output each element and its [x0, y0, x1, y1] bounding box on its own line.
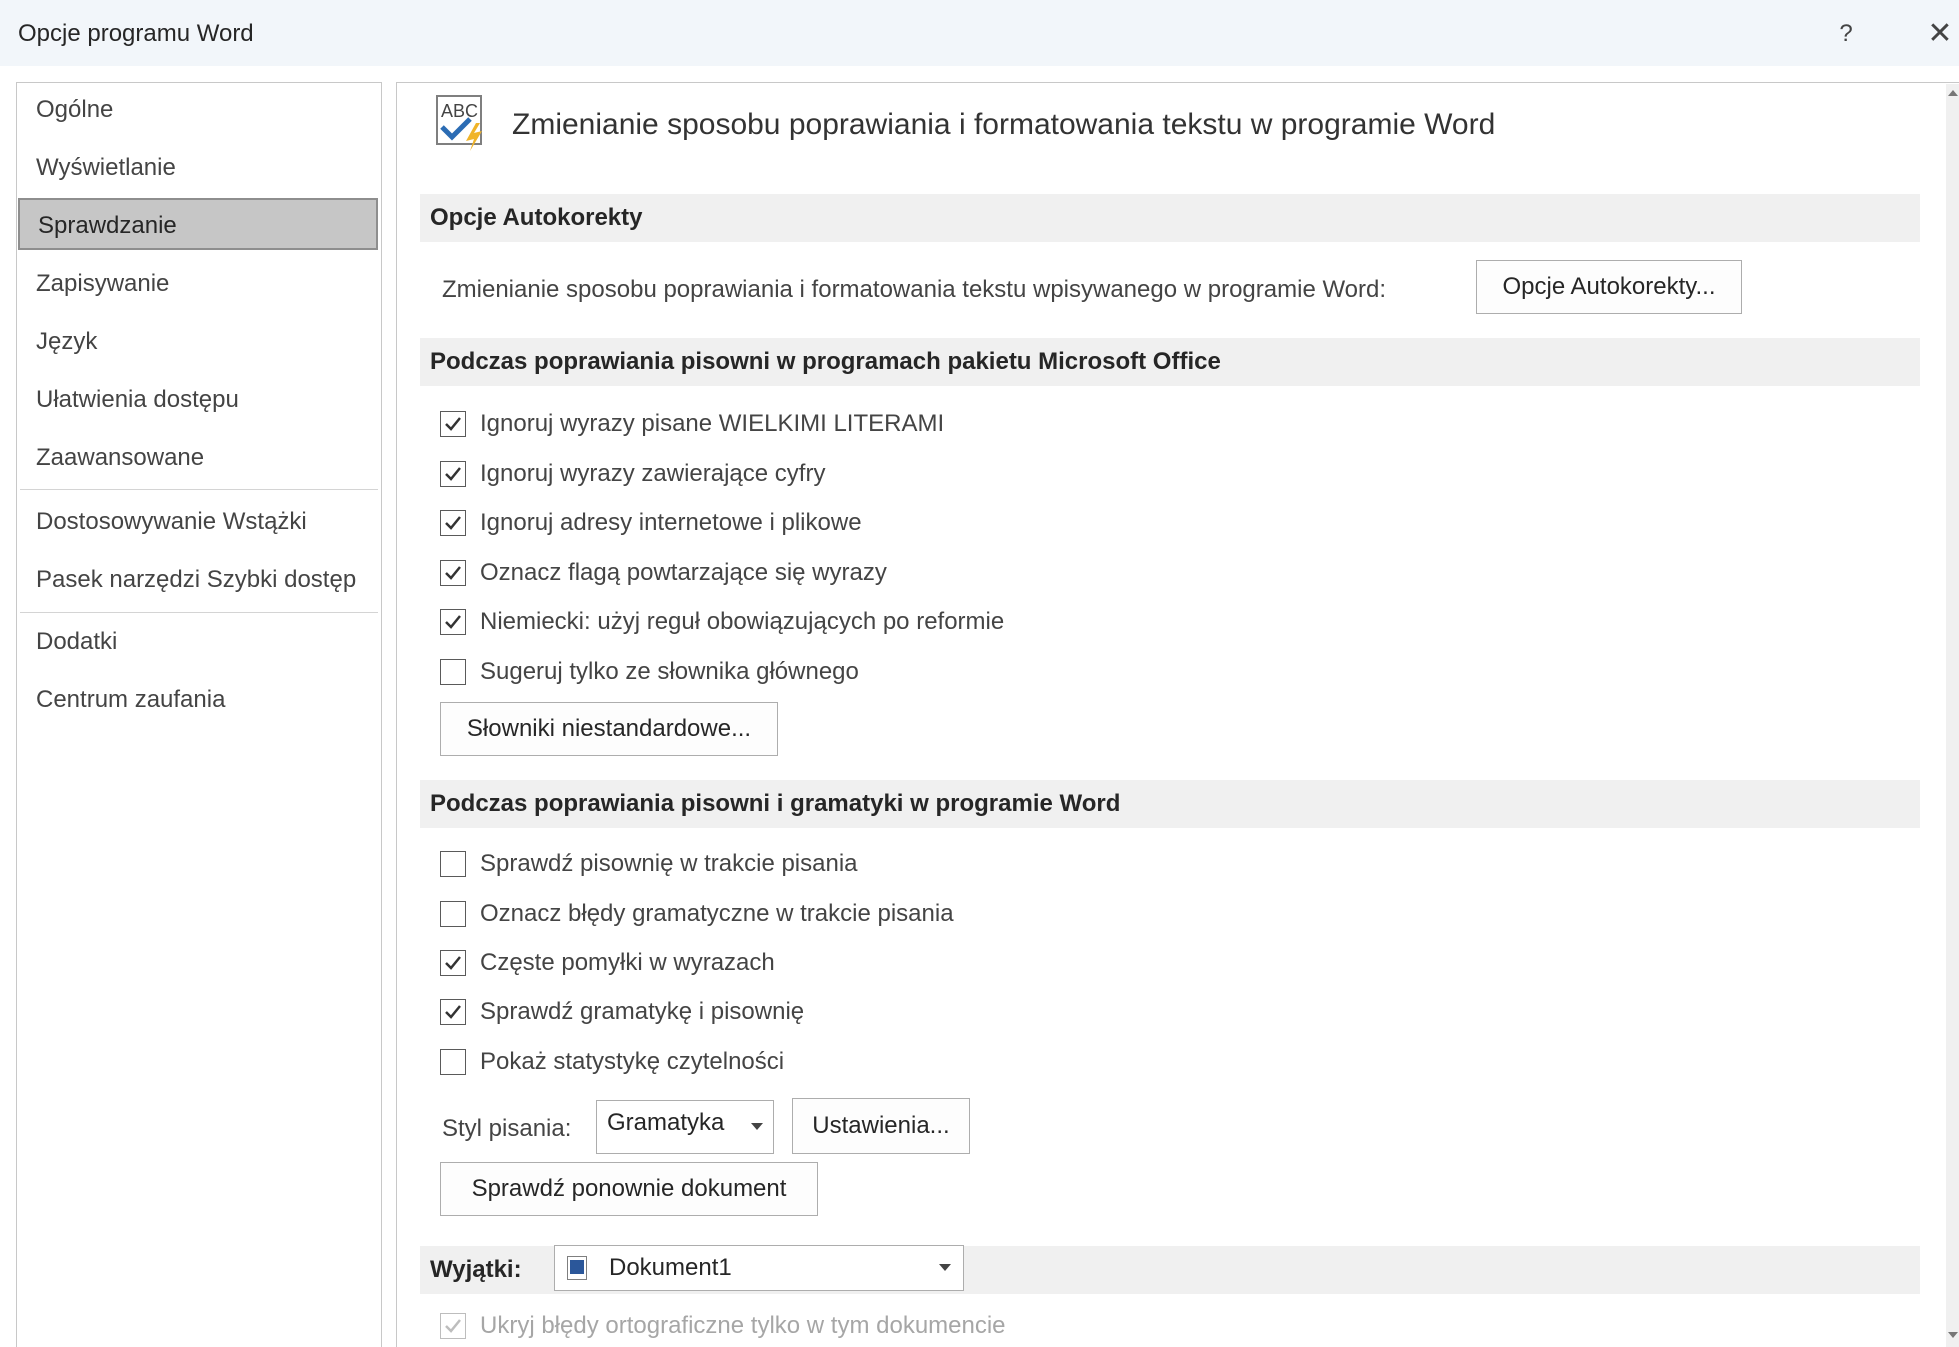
checkbox[interactable]	[440, 851, 466, 877]
sidebar-separator	[20, 612, 378, 613]
sidebar-item-centrum-zaufania[interactable]: Centrum zaufania	[18, 674, 378, 726]
sidebar-item-pasek-szybki-dostep[interactable]: Pasek narzędzi Szybki dostęp	[18, 554, 378, 606]
option-label: Niemiecki: użyj reguł obowiązujących po …	[480, 608, 1005, 635]
option-label: Sprawdź gramatykę i pisownię	[480, 998, 805, 1025]
autocorrect-options-button[interactable]: Opcje Autokorekty...	[1476, 260, 1742, 314]
sidebar-item-dostosowywanie-wstazki[interactable]: Dostosowywanie Wstążki	[18, 496, 378, 548]
option-label: Oznacz flagą powtarzające się wyrazy	[480, 559, 887, 586]
autocorrect-description: Zmienianie sposobu poprawiania i formato…	[442, 276, 1387, 303]
checkbox	[440, 1313, 466, 1339]
chevron-down-icon	[751, 1123, 763, 1130]
checkbox[interactable]	[440, 560, 466, 586]
sidebar-item-ulatwienia-dostepu[interactable]: Ułatwienia dostępu	[18, 374, 378, 426]
sidebar-item-jezyk[interactable]: Język	[18, 316, 378, 368]
checkbox[interactable]	[440, 950, 466, 976]
option-label: Ukryj błędy ortograficzne tylko w tym do…	[480, 1312, 1006, 1339]
word-document-icon	[567, 1256, 587, 1280]
sidebar-item-dodatki[interactable]: Dodatki	[18, 616, 378, 668]
sidebar-separator	[20, 489, 378, 490]
grammar-settings-button[interactable]: Ustawienia...	[792, 1098, 970, 1154]
checkbox[interactable]	[440, 1049, 466, 1075]
sidebar-item-wyswietlanie[interactable]: Wyświetlanie	[18, 142, 378, 194]
exceptions-document-select[interactable]: Dokument1	[554, 1245, 964, 1291]
writing-style-select[interactable]: Gramatyka	[596, 1100, 774, 1154]
page-title: Zmienianie sposobu poprawiania i formato…	[512, 108, 1496, 141]
checkbox[interactable]	[440, 609, 466, 635]
scroll-up-icon[interactable]	[1948, 90, 1958, 96]
sidebar-item-sprawdzanie[interactable]: Sprawdzanie	[18, 198, 378, 250]
option-label: Częste pomyłki w wyrazach	[480, 949, 775, 976]
sidebar-item-zaawansowane[interactable]: Zaawansowane	[18, 432, 378, 484]
checkbox[interactable]	[440, 510, 466, 536]
checkbox[interactable]	[440, 659, 466, 685]
abc-check-icon: ABC	[436, 95, 494, 153]
vertical-scrollbar[interactable]	[1946, 84, 1959, 1347]
sidebar-item-zapisywanie[interactable]: Zapisywanie	[18, 258, 378, 310]
option-label: Oznacz błędy gramatyczne w trakcie pisan…	[480, 900, 954, 927]
close-button[interactable]: ✕	[1922, 16, 1958, 52]
title-bar: Opcje programu Word ? ✕	[0, 0, 1959, 66]
option-label: Ignoruj wyrazy zawierające cyfry	[480, 460, 826, 487]
section-office-spelling: Podczas poprawiania pisowni w programach…	[420, 338, 1920, 386]
scroll-down-icon[interactable]	[1948, 1332, 1958, 1338]
sidebar-item-ogolne[interactable]: Ogólne	[18, 84, 378, 136]
exceptions-document-value: Dokument1	[609, 1254, 732, 1281]
option-label: Ignoruj adresy internetowe i plikowe	[480, 509, 862, 536]
writing-style-value: Gramatyka	[607, 1109, 725, 1136]
window-title: Opcje programu Word	[18, 20, 254, 47]
chevron-down-icon	[939, 1264, 951, 1271]
checkbox[interactable]	[440, 461, 466, 487]
exceptions-label: Wyjątki:	[430, 1256, 522, 1283]
checkbox[interactable]	[440, 999, 466, 1025]
writing-style-label: Styl pisania:	[442, 1115, 572, 1142]
recheck-document-button[interactable]: Sprawdź ponownie dokument	[440, 1162, 818, 1216]
option-label: Ignoruj wyrazy pisane WIELKIMI LITERAMI	[480, 410, 945, 437]
option-label: Sprawdź pisownię w trakcie pisania	[480, 850, 858, 877]
custom-dictionaries-button[interactable]: Słowniki niestandardowe...	[440, 702, 778, 756]
section-word-spelling: Podczas poprawiania pisowni i gramatyki …	[420, 780, 1920, 828]
section-autocorrect: Opcje Autokorekty	[420, 194, 1920, 242]
svg-text:ABC: ABC	[441, 101, 478, 121]
checkbox[interactable]	[440, 901, 466, 927]
option-label: Sugeruj tylko ze słownika głównego	[480, 658, 859, 685]
help-button[interactable]: ?	[1828, 16, 1864, 52]
option-label: Pokaż statystykę czytelności	[480, 1048, 785, 1075]
checkbox[interactable]	[440, 411, 466, 437]
